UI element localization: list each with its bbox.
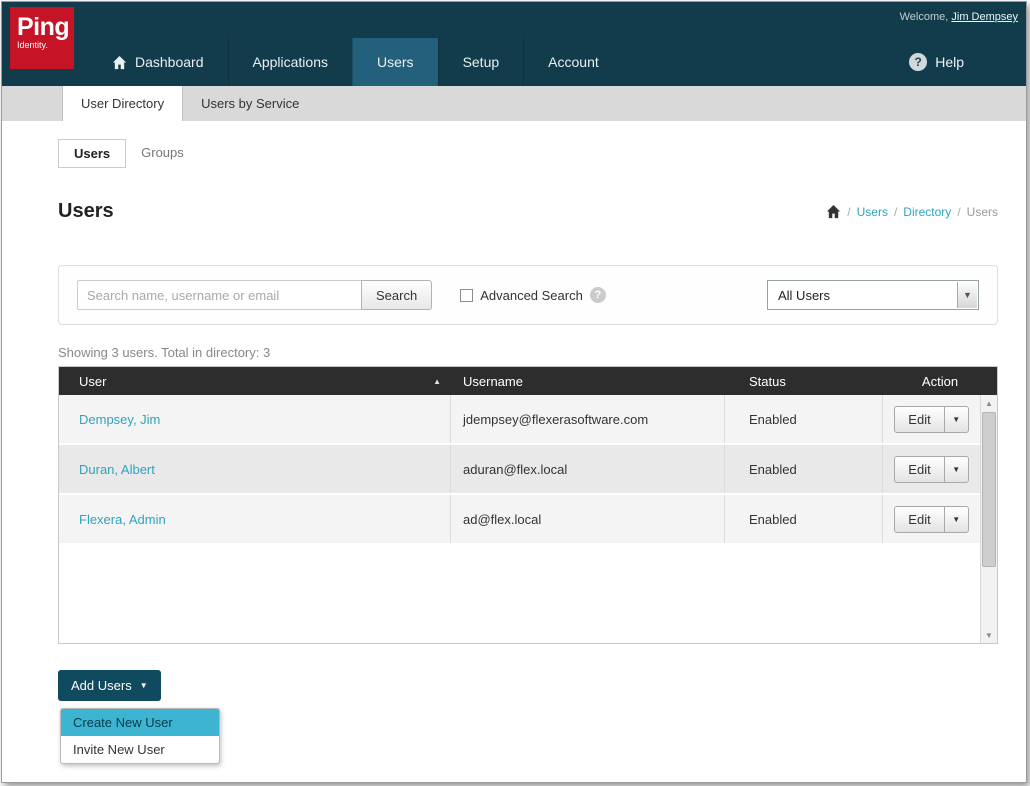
edit-button[interactable]: Edit — [895, 457, 943, 482]
nav-applications[interactable]: Applications — [228, 38, 353, 86]
add-users-area: Add Users ▼ Create New User Invite New U… — [58, 670, 998, 764]
search-panel: Search Advanced Search ? All Users ▼ — [58, 265, 998, 325]
breadcrumb-current: Users — [955, 205, 998, 219]
table-scrollbar[interactable]: ▲ ▼ — [980, 395, 997, 643]
username-cell: jdempsey@flexerasoftware.com — [451, 395, 725, 443]
sort-asc-icon: ▲ — [433, 377, 441, 386]
breadcrumb-home-icon[interactable] — [826, 204, 841, 219]
scroll-up-icon[interactable]: ▲ — [981, 395, 997, 411]
users-table: User ▲ Username Status Action Dempsey, J… — [58, 366, 998, 644]
edit-button[interactable]: Edit — [895, 507, 943, 532]
table-header: User ▲ Username Status Action — [59, 367, 997, 395]
edit-caret-icon[interactable]: ▼ — [944, 457, 968, 482]
caret-down-icon: ▼ — [140, 681, 148, 690]
column-header-user[interactable]: User ▲ — [59, 367, 451, 395]
menu-item-create-new-user[interactable]: Create New User — [61, 709, 219, 736]
breadcrumb: Users Directory Users — [826, 204, 998, 219]
add-users-button[interactable]: Add Users ▼ — [58, 670, 161, 701]
status-cell: Enabled — [725, 445, 883, 493]
status-cell: Enabled — [725, 495, 883, 543]
edit-button[interactable]: Edit — [895, 407, 943, 432]
username-cell: ad@flex.local — [451, 495, 725, 543]
breadcrumb-item: Directory — [892, 205, 951, 219]
welcome-label: Welcome, — [900, 11, 949, 23]
table-row: Flexera, Admin ad@flex.local Enabled Edi… — [59, 495, 980, 545]
edit-split-button: Edit ▼ — [894, 456, 968, 483]
username-cell: aduran@flex.local — [451, 445, 725, 493]
help-button[interactable]: ? Help — [909, 38, 964, 86]
top-header: Ping Identity. Welcome, Jim Dempsey Dash… — [2, 2, 1026, 86]
breadcrumb-item: Users — [845, 205, 888, 219]
search-button[interactable]: Search — [361, 280, 432, 310]
column-header-status[interactable]: Status — [725, 367, 883, 395]
edit-caret-icon[interactable]: ▼ — [944, 507, 968, 532]
search-input[interactable] — [77, 280, 362, 310]
user-filter-value: All Users — [778, 288, 830, 303]
tab-users-label: Users — [74, 146, 110, 161]
edit-caret-icon[interactable]: ▼ — [944, 407, 968, 432]
help-icon: ? — [909, 53, 927, 71]
table-row: Dempsey, Jim jdempsey@flexerasoftware.co… — [59, 395, 980, 445]
advanced-search-label[interactable]: Advanced Search — [480, 288, 583, 303]
current-user-link[interactable]: Jim Dempsey — [951, 11, 1018, 23]
column-header-username[interactable]: Username — [451, 367, 725, 395]
nav-dashboard-label: Dashboard — [135, 54, 204, 70]
nav-account-label: Account — [548, 54, 599, 70]
tab-user-directory[interactable]: User Directory — [62, 86, 183, 121]
breadcrumb-directory-link[interactable]: Directory — [903, 205, 951, 219]
sub-nav: User Directory Users by Service — [2, 86, 1026, 121]
tab-groups[interactable]: Groups — [126, 139, 199, 168]
welcome-area: Welcome, Jim Dempsey — [900, 11, 1018, 23]
user-filter-select[interactable]: All Users ▼ — [767, 280, 979, 310]
main-nav: Dashboard Applications Users Setup Accou… — [2, 38, 1026, 86]
user-name-link[interactable]: Duran, Albert — [79, 462, 155, 477]
tab-users-by-service[interactable]: Users by Service — [183, 86, 317, 121]
select-arrow-icon: ▼ — [957, 282, 977, 308]
advanced-search-group: Advanced Search ? — [460, 287, 606, 303]
tab-user-directory-label: User Directory — [81, 96, 164, 111]
advanced-search-help-icon[interactable]: ? — [590, 287, 606, 303]
nav-users[interactable]: Users — [352, 38, 438, 86]
content-tabs: Users Groups — [58, 139, 998, 168]
app-window: Ping Identity. Welcome, Jim Dempsey Dash… — [1, 1, 1027, 783]
user-name-link[interactable]: Flexera, Admin — [79, 512, 166, 527]
help-label: Help — [935, 54, 964, 70]
table-body: Dempsey, Jim jdempsey@flexerasoftware.co… — [59, 395, 980, 545]
add-users-menu: Create New User Invite New User — [60, 708, 220, 764]
breadcrumb-users-link[interactable]: Users — [857, 205, 888, 219]
nav-setup-label: Setup — [463, 54, 500, 70]
nav-users-label: Users — [377, 54, 414, 70]
nav-account[interactable]: Account — [523, 38, 623, 86]
nav-applications-label: Applications — [253, 54, 329, 70]
logo-title: Ping — [17, 14, 67, 40]
status-cell: Enabled — [725, 395, 883, 443]
nav-dashboard[interactable]: Dashboard — [88, 38, 228, 86]
edit-split-button: Edit ▼ — [894, 406, 968, 433]
menu-item-invite-new-user[interactable]: Invite New User — [61, 736, 219, 763]
scroll-down-icon[interactable]: ▼ — [981, 627, 997, 643]
tab-users-by-service-label: Users by Service — [201, 96, 299, 111]
home-icon — [112, 55, 127, 70]
advanced-search-checkbox[interactable] — [460, 289, 473, 302]
tab-groups-label: Groups — [141, 145, 184, 160]
tab-users[interactable]: Users — [58, 139, 126, 168]
table-row: Duran, Albert aduran@flex.local Enabled … — [59, 445, 980, 495]
add-users-label: Add Users — [71, 678, 132, 693]
user-name-link[interactable]: Dempsey, Jim — [79, 412, 160, 427]
page-title: Users — [58, 200, 114, 223]
page-head: Users Users Directory Users — [58, 200, 998, 223]
nav-setup[interactable]: Setup — [438, 38, 524, 86]
content-area: Users Groups Users Users Directory Users… — [2, 121, 1026, 764]
scrollbar-thumb[interactable] — [982, 412, 996, 567]
results-summary: Showing 3 users. Total in directory: 3 — [58, 345, 998, 360]
column-header-action: Action — [883, 367, 997, 395]
edit-split-button: Edit ▼ — [894, 506, 968, 533]
